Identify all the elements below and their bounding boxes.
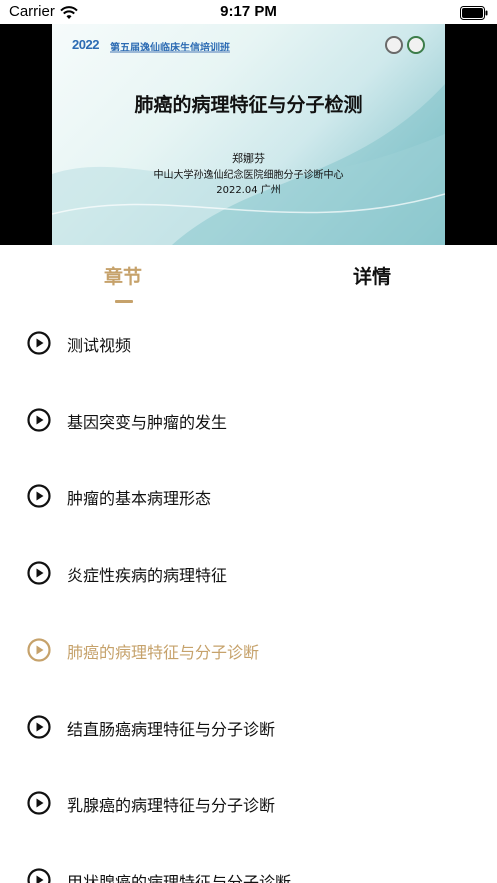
chapter-item[interactable]: 肿瘤的基本病理形态	[0, 460, 497, 537]
chapter-item[interactable]: 炎症性疾病的病理特征	[0, 537, 497, 614]
slide-badges	[385, 36, 425, 54]
status-bar: Carrier 9:17 PM	[0, 0, 497, 24]
slide-logo-year: 2022	[72, 37, 99, 52]
chapter-label: 肺癌的病理特征与分子诊断	[67, 642, 260, 662]
tab-active-indicator	[115, 300, 133, 303]
chapter-item[interactable]: 基因突变与肿瘤的发生	[0, 384, 497, 461]
chapter-list[interactable]: 测试视频 基因突变与肿瘤的发生 肿瘤的基本病理形态 炎症性疾病的病理特征 肺癌的…	[0, 307, 497, 883]
slide-title: 肺癌的病理特征与分子检测	[134, 94, 363, 116]
slide-organization: 中山大学孙逸仙纪念医院细胞分子诊断中心	[153, 170, 344, 181]
chapter-item[interactable]: 乳腺癌的病理特征与分子诊断	[0, 767, 497, 844]
chapter-item[interactable]: 结直肠癌病理特征与分子诊断	[0, 691, 497, 768]
play-circle-icon	[27, 484, 51, 508]
play-circle-icon	[27, 638, 51, 662]
slide-date-place: 2022.04 广州	[216, 185, 281, 196]
tab-bar: 章节 详情	[0, 245, 497, 307]
chapter-label: 乳腺癌的病理特征与分子诊断	[67, 796, 276, 816]
video-player[interactable]: 2022 第五届逸仙临床生信培训班 肺癌的病理特征与分子检测 郑娜芬 中山大学孙…	[0, 24, 497, 245]
chapter-label: 基因突变与肿瘤的发生	[67, 412, 228, 432]
chapter-label: 结直肠癌病理特征与分子诊断	[67, 719, 276, 739]
tab-details[interactable]: 详情	[353, 262, 391, 289]
play-circle-icon	[27, 408, 51, 432]
university-seal-icon	[385, 36, 403, 54]
play-circle-icon	[27, 561, 51, 585]
chapter-item-active[interactable]: 肺癌的病理特征与分子诊断	[0, 614, 497, 691]
play-circle-icon	[27, 791, 51, 815]
tab-chapters[interactable]: 章节	[104, 262, 142, 289]
chapter-item[interactable]: 甲状腺癌的病理特征与分子诊断	[0, 844, 497, 883]
play-circle-icon	[27, 714, 51, 739]
play-circle-icon	[27, 331, 51, 355]
hospital-seal-icon	[407, 36, 425, 54]
clock: 9:17 PM	[220, 3, 277, 20]
slide-author: 郑娜芬	[232, 152, 265, 165]
video-frame-slide: 2022 第五届逸仙临床生信培训班 肺癌的病理特征与分子检测 郑娜芬 中山大学孙…	[52, 24, 445, 245]
chapter-label: 测试视频	[67, 336, 132, 355]
chapter-label: 炎症性疾病的病理特征	[67, 566, 228, 586]
chapter-item[interactable]: 测试视频	[0, 307, 497, 384]
slide-brand-underline	[110, 51, 230, 53]
play-circle-icon	[27, 868, 51, 883]
battery-icon	[460, 5, 488, 24]
chapter-label: 甲状腺癌的病理特征与分子诊断	[67, 872, 292, 883]
chapter-label: 肿瘤的基本病理形态	[67, 489, 212, 509]
slide-background-wave	[52, 84, 445, 245]
